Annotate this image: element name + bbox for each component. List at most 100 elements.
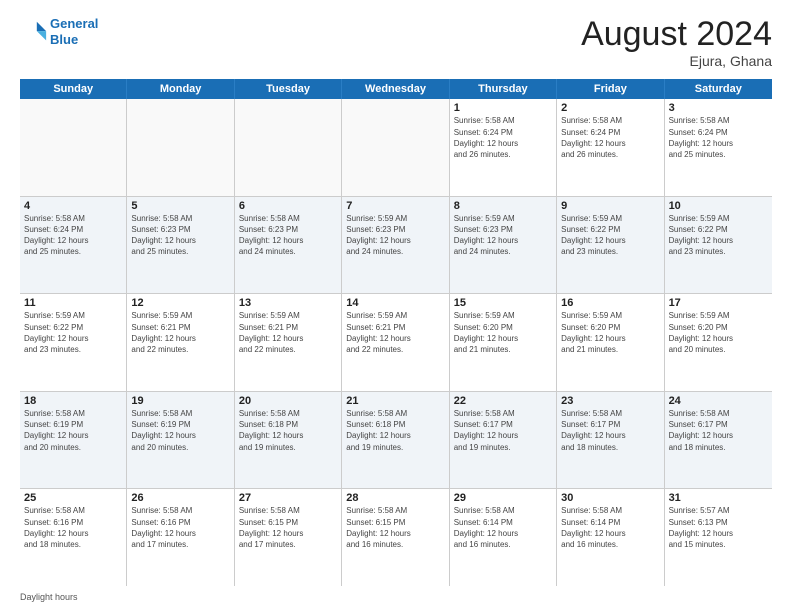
day-info: Sunrise: 5:58 AM Sunset: 6:23 PM Dayligh…: [131, 213, 229, 258]
day-cell-10: 10Sunrise: 5:59 AM Sunset: 6:22 PM Dayli…: [665, 197, 772, 294]
day-number: 21: [346, 395, 444, 407]
day-cell-4: 4Sunrise: 5:58 AM Sunset: 6:24 PM Daylig…: [20, 197, 127, 294]
day-cell-28: 28Sunrise: 5:58 AM Sunset: 6:15 PM Dayli…: [342, 489, 449, 586]
day-number: 14: [346, 297, 444, 309]
day-cell-19: 19Sunrise: 5:58 AM Sunset: 6:19 PM Dayli…: [127, 392, 234, 489]
day-number: 27: [239, 492, 337, 504]
day-number: 15: [454, 297, 552, 309]
day-cell-14: 14Sunrise: 5:59 AM Sunset: 6:21 PM Dayli…: [342, 294, 449, 391]
day-number: 1: [454, 102, 552, 114]
day-info: Sunrise: 5:59 AM Sunset: 6:20 PM Dayligh…: [669, 310, 768, 355]
day-info: Sunrise: 5:58 AM Sunset: 6:17 PM Dayligh…: [669, 408, 768, 453]
day-info: Sunrise: 5:58 AM Sunset: 6:19 PM Dayligh…: [131, 408, 229, 453]
day-cell-empty: [20, 99, 127, 196]
day-info: Sunrise: 5:58 AM Sunset: 6:17 PM Dayligh…: [561, 408, 659, 453]
day-info: Sunrise: 5:59 AM Sunset: 6:22 PM Dayligh…: [561, 213, 659, 258]
location-subtitle: Ejura, Ghana: [581, 53, 772, 69]
day-cell-empty: [342, 99, 449, 196]
day-info: Sunrise: 5:58 AM Sunset: 6:24 PM Dayligh…: [24, 213, 122, 258]
day-cell-20: 20Sunrise: 5:58 AM Sunset: 6:18 PM Dayli…: [235, 392, 342, 489]
day-cell-empty: [235, 99, 342, 196]
day-cell-11: 11Sunrise: 5:59 AM Sunset: 6:22 PM Dayli…: [20, 294, 127, 391]
day-number: 31: [669, 492, 768, 504]
day-number: 4: [24, 200, 122, 212]
logo-icon: [20, 18, 48, 46]
calendar-week-5: 25Sunrise: 5:58 AM Sunset: 6:16 PM Dayli…: [20, 489, 772, 586]
day-info: Sunrise: 5:59 AM Sunset: 6:23 PM Dayligh…: [454, 213, 552, 258]
logo-text: General Blue: [50, 16, 98, 47]
day-number: 16: [561, 297, 659, 309]
day-info: Sunrise: 5:59 AM Sunset: 6:22 PM Dayligh…: [24, 310, 122, 355]
day-info: Sunrise: 5:59 AM Sunset: 6:21 PM Dayligh…: [346, 310, 444, 355]
footer: Daylight hours: [20, 592, 772, 602]
day-info: Sunrise: 5:58 AM Sunset: 6:19 PM Dayligh…: [24, 408, 122, 453]
day-info: Sunrise: 5:59 AM Sunset: 6:23 PM Dayligh…: [346, 213, 444, 258]
day-info: Sunrise: 5:59 AM Sunset: 6:20 PM Dayligh…: [561, 310, 659, 355]
day-info: Sunrise: 5:58 AM Sunset: 6:17 PM Dayligh…: [454, 408, 552, 453]
header: General Blue August 2024 Ejura, Ghana: [20, 16, 772, 69]
day-info: Sunrise: 5:59 AM Sunset: 6:21 PM Dayligh…: [239, 310, 337, 355]
day-number: 10: [669, 200, 768, 212]
calendar-header: SundayMondayTuesdayWednesdayThursdayFrid…: [20, 79, 772, 99]
day-cell-18: 18Sunrise: 5:58 AM Sunset: 6:19 PM Dayli…: [20, 392, 127, 489]
calendar: SundayMondayTuesdayWednesdayThursdayFrid…: [20, 79, 772, 586]
day-cell-12: 12Sunrise: 5:59 AM Sunset: 6:21 PM Dayli…: [127, 294, 234, 391]
day-cell-5: 5Sunrise: 5:58 AM Sunset: 6:23 PM Daylig…: [127, 197, 234, 294]
logo: General Blue: [20, 16, 98, 47]
day-number: 24: [669, 395, 768, 407]
day-info: Sunrise: 5:58 AM Sunset: 6:24 PM Dayligh…: [669, 115, 768, 160]
day-number: 19: [131, 395, 229, 407]
day-header-sunday: Sunday: [20, 79, 127, 99]
day-number: 17: [669, 297, 768, 309]
day-info: Sunrise: 5:59 AM Sunset: 6:20 PM Dayligh…: [454, 310, 552, 355]
day-header-wednesday: Wednesday: [342, 79, 449, 99]
day-number: 8: [454, 200, 552, 212]
day-number: 22: [454, 395, 552, 407]
day-number: 7: [346, 200, 444, 212]
day-info: Sunrise: 5:58 AM Sunset: 6:16 PM Dayligh…: [24, 505, 122, 550]
day-number: 30: [561, 492, 659, 504]
day-number: 5: [131, 200, 229, 212]
day-cell-15: 15Sunrise: 5:59 AM Sunset: 6:20 PM Dayli…: [450, 294, 557, 391]
day-number: 13: [239, 297, 337, 309]
day-info: Sunrise: 5:58 AM Sunset: 6:14 PM Dayligh…: [561, 505, 659, 550]
day-info: Sunrise: 5:58 AM Sunset: 6:18 PM Dayligh…: [346, 408, 444, 453]
day-cell-3: 3Sunrise: 5:58 AM Sunset: 6:24 PM Daylig…: [665, 99, 772, 196]
day-cell-8: 8Sunrise: 5:59 AM Sunset: 6:23 PM Daylig…: [450, 197, 557, 294]
day-info: Sunrise: 5:59 AM Sunset: 6:22 PM Dayligh…: [669, 213, 768, 258]
day-number: 9: [561, 200, 659, 212]
day-info: Sunrise: 5:58 AM Sunset: 6:15 PM Dayligh…: [346, 505, 444, 550]
day-header-friday: Friday: [557, 79, 664, 99]
day-cell-30: 30Sunrise: 5:58 AM Sunset: 6:14 PM Dayli…: [557, 489, 664, 586]
day-cell-22: 22Sunrise: 5:58 AM Sunset: 6:17 PM Dayli…: [450, 392, 557, 489]
page: General Blue August 2024 Ejura, Ghana Su…: [0, 0, 792, 612]
day-number: 18: [24, 395, 122, 407]
day-number: 20: [239, 395, 337, 407]
main-title: August 2024: [581, 16, 772, 53]
day-cell-6: 6Sunrise: 5:58 AM Sunset: 6:23 PM Daylig…: [235, 197, 342, 294]
day-number: 6: [239, 200, 337, 212]
day-header-thursday: Thursday: [450, 79, 557, 99]
day-cell-27: 27Sunrise: 5:58 AM Sunset: 6:15 PM Dayli…: [235, 489, 342, 586]
calendar-week-1: 1Sunrise: 5:58 AM Sunset: 6:24 PM Daylig…: [20, 99, 772, 197]
day-number: 28: [346, 492, 444, 504]
day-info: Sunrise: 5:58 AM Sunset: 6:15 PM Dayligh…: [239, 505, 337, 550]
day-cell-7: 7Sunrise: 5:59 AM Sunset: 6:23 PM Daylig…: [342, 197, 449, 294]
day-info: Sunrise: 5:58 AM Sunset: 6:24 PM Dayligh…: [454, 115, 552, 160]
day-number: 29: [454, 492, 552, 504]
calendar-week-3: 11Sunrise: 5:59 AM Sunset: 6:22 PM Dayli…: [20, 294, 772, 392]
day-cell-9: 9Sunrise: 5:59 AM Sunset: 6:22 PM Daylig…: [557, 197, 664, 294]
day-cell-empty: [127, 99, 234, 196]
day-cell-29: 29Sunrise: 5:58 AM Sunset: 6:14 PM Dayli…: [450, 489, 557, 586]
day-info: Sunrise: 5:57 AM Sunset: 6:13 PM Dayligh…: [669, 505, 768, 550]
day-number: 23: [561, 395, 659, 407]
day-cell-1: 1Sunrise: 5:58 AM Sunset: 6:24 PM Daylig…: [450, 99, 557, 196]
day-cell-31: 31Sunrise: 5:57 AM Sunset: 6:13 PM Dayli…: [665, 489, 772, 586]
day-number: 3: [669, 102, 768, 114]
day-number: 25: [24, 492, 122, 504]
calendar-week-2: 4Sunrise: 5:58 AM Sunset: 6:24 PM Daylig…: [20, 197, 772, 295]
day-info: Sunrise: 5:58 AM Sunset: 6:18 PM Dayligh…: [239, 408, 337, 453]
day-info: Sunrise: 5:58 AM Sunset: 6:23 PM Dayligh…: [239, 213, 337, 258]
day-header-tuesday: Tuesday: [235, 79, 342, 99]
day-cell-2: 2Sunrise: 5:58 AM Sunset: 6:24 PM Daylig…: [557, 99, 664, 196]
